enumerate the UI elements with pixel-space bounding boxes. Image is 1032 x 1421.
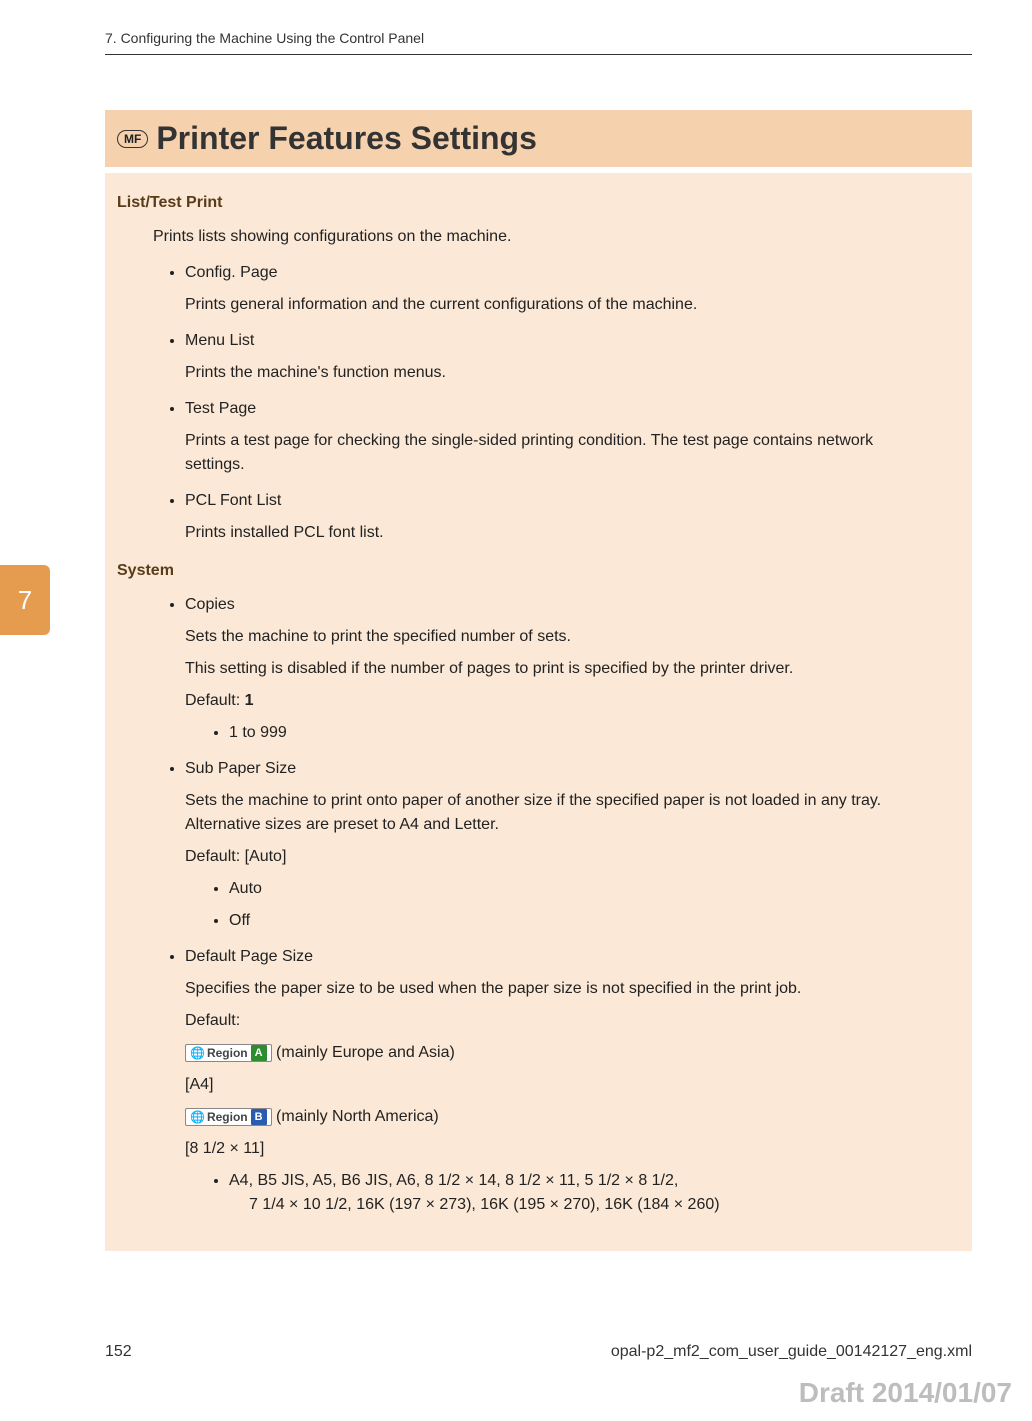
list-item: PCL Font List Prints installed PCL font …	[185, 489, 934, 545]
globe-icon: 🌐	[190, 1109, 205, 1125]
item-title: Test Page	[185, 397, 934, 421]
list-item: Sub Paper Size Sets the machine to print…	[185, 757, 934, 933]
content-block: List/Test Print Prints lists showing con…	[105, 173, 972, 1251]
item-title: PCL Font List	[185, 489, 934, 513]
range-item: 1 to 999	[229, 721, 914, 745]
item-title: Sub Paper Size	[185, 757, 934, 781]
sizes-line-2: 7 1/4 × 10 1/2, 16K (197 × 273), 16K (19…	[249, 1193, 914, 1217]
mf-badge-icon: MF	[117, 130, 148, 148]
item-desc: Prints installed PCL font list.	[185, 521, 934, 545]
region-a-value: [A4]	[185, 1073, 934, 1097]
list-item: Copies Sets the machine to print the spe…	[185, 593, 934, 745]
system-items: Copies Sets the machine to print the spe…	[165, 593, 954, 1217]
page-footer: 152 opal-p2_mf2_com_user_guide_00142127_…	[105, 1343, 972, 1361]
region-a-badge-icon: 🌐 Region A	[185, 1044, 272, 1062]
running-header: 7. Configuring the Machine Using the Con…	[105, 30, 972, 55]
source-file: opal-p2_mf2_com_user_guide_00142127_eng.…	[611, 1343, 972, 1361]
section-title-bar: MF Printer Features Settings	[105, 110, 972, 167]
list-test-heading: List/Test Print	[117, 191, 954, 215]
region-a-note: (mainly Europe and Asia)	[276, 1044, 455, 1061]
list-test-items: Config. Page Prints general information …	[165, 261, 954, 545]
item-title: Default Page Size	[185, 945, 934, 969]
item-desc: Prints a test page for checking the sing…	[185, 429, 934, 477]
region-b-note: (mainly North America)	[276, 1108, 439, 1125]
document-page: 7. Configuring the Machine Using the Con…	[0, 0, 1032, 1421]
default-label: Default:	[185, 1009, 934, 1033]
list-item: Config. Page Prints general information …	[185, 261, 934, 317]
draft-watermark: Draft 2014/01/07	[799, 1377, 1012, 1409]
system-heading: System	[117, 559, 954, 583]
sizes-line-1: A4, B5 JIS, A5, B6 JIS, A6, 8 1/2 × 14, …	[229, 1172, 678, 1189]
option-item: Off	[229, 909, 914, 933]
region-a-line: 🌐 Region A (mainly Europe and Asia)	[185, 1041, 934, 1065]
region-b-letter: B	[251, 1109, 267, 1125]
default-line: Default: 1	[185, 689, 934, 713]
item-desc: Prints general information and the curre…	[185, 293, 934, 317]
list-item: Menu List Prints the machine's function …	[185, 329, 934, 385]
item-desc: Specifies the paper size to be used when…	[185, 977, 934, 1001]
globe-icon: 🌐	[190, 1045, 205, 1061]
region-b-line: 🌐 Region B (mainly North America)	[185, 1105, 934, 1129]
page-number: 152	[105, 1343, 132, 1361]
copies-range-list: 1 to 999	[209, 721, 934, 745]
list-item: Default Page Size Specifies the paper si…	[185, 945, 934, 1217]
item-desc: This setting is disabled if the number o…	[185, 657, 934, 681]
sizes-item: A4, B5 JIS, A5, B6 JIS, A6, 8 1/2 × 14, …	[229, 1169, 914, 1217]
default-value: 1	[245, 692, 254, 709]
option-item: Auto	[229, 877, 914, 901]
item-title: Config. Page	[185, 261, 934, 285]
list-test-intro: Prints lists showing configurations on t…	[153, 225, 954, 249]
page-title: Printer Features Settings	[156, 120, 537, 157]
item-desc: Prints the machine's function menus.	[185, 361, 934, 385]
page-sizes-list: A4, B5 JIS, A5, B6 JIS, A6, 8 1/2 × 14, …	[209, 1169, 934, 1217]
list-item: Test Page Prints a test page for checkin…	[185, 397, 934, 477]
region-b-badge-icon: 🌐 Region B	[185, 1108, 272, 1126]
item-title: Menu List	[185, 329, 934, 353]
region-label: Region	[207, 1045, 248, 1061]
item-title: Copies	[185, 593, 934, 617]
region-a-letter: A	[251, 1045, 267, 1061]
item-desc: Sets the machine to print onto paper of …	[185, 789, 934, 837]
chapter-tab: 7	[0, 565, 50, 635]
default-line: Default: [Auto]	[185, 845, 934, 869]
sub-paper-options: Auto Off	[209, 877, 934, 933]
region-b-value: [8 1/2 × 11]	[185, 1137, 934, 1161]
region-label: Region	[207, 1109, 248, 1125]
default-label: Default:	[185, 692, 245, 709]
item-desc: Sets the machine to print the specified …	[185, 625, 934, 649]
